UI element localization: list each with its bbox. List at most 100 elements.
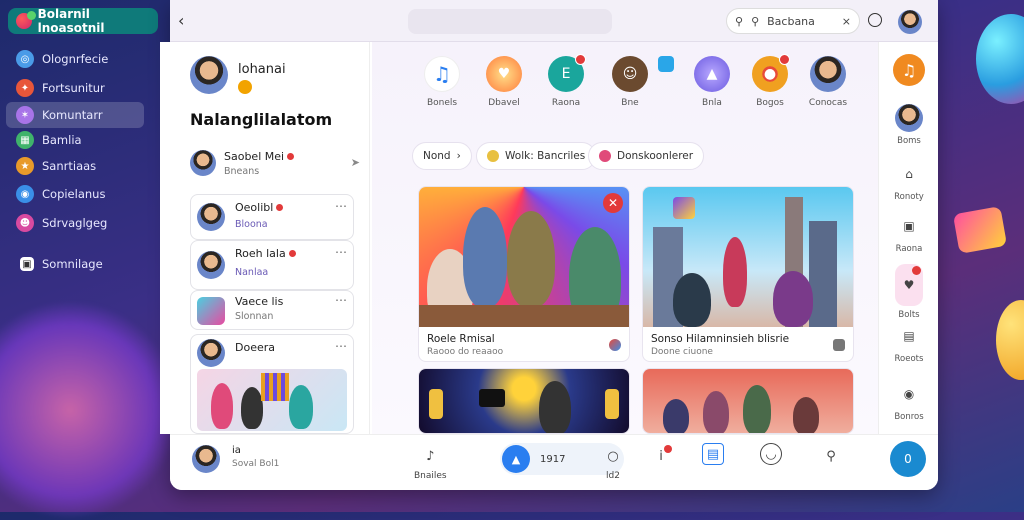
home-button[interactable]: ⌂ Ronoty xyxy=(879,160,939,202)
user-avatar[interactable] xyxy=(898,10,922,34)
bottom-item-2[interactable]: ○ ld2 xyxy=(600,443,626,482)
chat-title: Saobel Mei xyxy=(224,150,295,163)
chat-media-preview[interactable] xyxy=(197,369,347,431)
feed-post-1[interactable]: Sonso Hilamninsieh blisrie Doone ciuone xyxy=(642,186,854,362)
flame-icon: ✦ xyxy=(16,79,34,97)
bottom-item-6[interactable]: ⚲ xyxy=(818,443,844,471)
poster-graphic xyxy=(261,373,289,401)
fab-button[interactable]: 0 xyxy=(890,441,926,477)
bottom-item-5[interactable]: ◡ xyxy=(760,443,782,467)
chat-summary[interactable]: Saobel Mei Bneans ➤ xyxy=(190,148,360,180)
person-figure xyxy=(289,385,313,429)
person-icon: ☻ xyxy=(16,214,34,232)
close-icon[interactable]: ⨯ xyxy=(842,15,851,28)
bottom-item-4[interactable]: ▤ xyxy=(702,443,724,467)
bottom-item-3[interactable]: i xyxy=(648,443,674,471)
chip-label: Donskoonlerer xyxy=(617,150,694,162)
profile-name: lohanai xyxy=(238,62,286,77)
chat-avatar xyxy=(197,251,225,279)
person-figure xyxy=(673,273,711,327)
more-icon[interactable]: ⋯ xyxy=(335,339,347,353)
chat-card-1[interactable]: Roeh lala Nanlaa ⋯ xyxy=(190,240,354,290)
unread-dot xyxy=(287,153,295,160)
sidebar-item-label: Copielanus xyxy=(42,187,106,201)
feed-post-3[interactable] xyxy=(642,368,854,434)
rightbar-label: Roeots xyxy=(894,354,924,364)
user-avatar xyxy=(810,56,846,92)
search-box[interactable]: ⚲ ⚲ Bacbana ⨯ xyxy=(726,8,860,34)
dice-decoration xyxy=(952,206,1008,254)
sidebar-item-2[interactable]: ✶ Komuntarr xyxy=(6,102,144,128)
sidebar-item-0[interactable]: ◎ Olognrfecie xyxy=(6,46,144,72)
back-arrow-icon[interactable]: ‹ xyxy=(178,11,184,30)
sidebar-item-1[interactable]: ✦ Fortsunitur xyxy=(6,75,144,101)
bottom-item-label: ld2 xyxy=(606,471,620,481)
feed-post-2[interactable] xyxy=(418,368,630,434)
chat-card-2[interactable]: Vaece lis Slonnan ⋯ xyxy=(190,290,354,330)
more-icon[interactable]: ⋯ xyxy=(335,245,347,259)
chat-title-text: Saobel Mei xyxy=(224,150,285,163)
app-shortcut-2[interactable]: E Raona xyxy=(538,54,594,108)
fab-label: 0 xyxy=(904,452,912,466)
reports-button[interactable]: ▤ Roeots xyxy=(879,322,939,364)
notification-badge xyxy=(664,445,672,453)
likes-button[interactable]: ♥ Bolts xyxy=(879,264,939,320)
share-icon[interactable] xyxy=(609,339,621,351)
chat-name: Doeera xyxy=(235,341,275,354)
chat-name: Vaece lis xyxy=(235,295,284,308)
app-shortcut-6[interactable]: Conocas xyxy=(800,56,856,108)
brand-logo[interactable]: Bolarnil lnoasotnil xyxy=(8,7,158,35)
app-shortcut-4[interactable]: ▲ Bnla xyxy=(684,56,740,108)
image-icon: ▣ xyxy=(20,257,34,271)
address-bar[interactable] xyxy=(408,9,612,34)
circle-icon: ○ xyxy=(607,448,619,464)
gallery-button[interactable]: ▣ Raona xyxy=(879,212,939,254)
app-shortcut-0[interactable]: ♫ Bonels xyxy=(414,56,470,108)
post-image xyxy=(419,369,629,433)
app-shortcut-1[interactable]: ♥ Dbavel xyxy=(476,56,532,108)
chat-card-0[interactable]: Oeolibl Bloona ⋯ xyxy=(190,194,354,240)
sidebar-item-5[interactable]: ◉ Copielanus xyxy=(6,181,144,207)
filter-chip-1[interactable]: Wolk: Bancriles xyxy=(476,142,597,170)
app-label: Bogos xyxy=(756,98,784,108)
chat-icon: ◉ xyxy=(16,185,34,203)
sidebar-item-3[interactable]: ▦ Bamlia xyxy=(6,127,144,153)
sidebar-item-6[interactable]: ☻ Sdrvaglgeg xyxy=(6,210,144,236)
bottom-item-label: 1917 xyxy=(540,453,566,465)
person-figure xyxy=(507,211,555,307)
user-avatar[interactable] xyxy=(192,445,220,473)
person-figure xyxy=(663,399,689,433)
sidebar-item-label: Sanrtiaas xyxy=(42,159,97,173)
sidebar-item-7[interactable]: ▣ Somnilage xyxy=(10,251,148,277)
settings-icon[interactable] xyxy=(868,13,882,27)
music-button[interactable]: ♫ xyxy=(879,54,939,90)
rightbar-label: Ronoty xyxy=(894,192,924,202)
bookmark-icon[interactable] xyxy=(833,339,845,351)
app-shortcut-5[interactable]: ● Bogos xyxy=(742,54,798,108)
profile-avatar[interactable] xyxy=(190,56,228,94)
feed-post-0[interactable]: ✕ Roele Rmisal Raooo do reaaoo xyxy=(418,186,630,362)
camera-button[interactable]: ◉ Bonros xyxy=(879,380,939,422)
chat-card-3[interactable]: Doeera ⋯ xyxy=(190,334,354,434)
chat-name-text: Roeh lala xyxy=(235,247,286,260)
close-icon[interactable]: ✕ xyxy=(603,193,623,213)
brand-name: Bolarnil lnoasotnil xyxy=(37,7,105,35)
filter-chip-0[interactable]: Nond › xyxy=(412,142,472,170)
search-icon: ⚲ xyxy=(735,14,744,28)
app-sidebar: Bolarnil lnoasotnil ◎ Olognrfecie ✦ Fortsu… xyxy=(0,0,160,512)
filter-chip-2[interactable]: Donskoonlerer xyxy=(588,142,705,170)
app-shortcut-3[interactable]: ☺ Bne xyxy=(602,56,658,108)
sidebar-item-label: Olognrfecie xyxy=(42,52,109,66)
search-input: Bacbana xyxy=(767,14,815,28)
unread-dot xyxy=(288,250,296,257)
more-icon[interactable]: ⋯ xyxy=(335,293,347,307)
chat-name-text: Oeolibl xyxy=(235,201,274,214)
more-icon[interactable]: ⋯ xyxy=(335,199,347,213)
table-surface xyxy=(419,305,629,327)
bottom-item-0[interactable]: ♪ Bnailes xyxy=(414,443,447,482)
send-icon[interactable]: ➤ xyxy=(351,156,360,169)
profile-button[interactable]: Boms xyxy=(879,104,939,146)
sidebar-item-4[interactable]: ★ Sanrtiaas xyxy=(6,153,144,179)
emoji-icon: ◡ xyxy=(760,443,782,465)
person-figure xyxy=(793,397,819,433)
